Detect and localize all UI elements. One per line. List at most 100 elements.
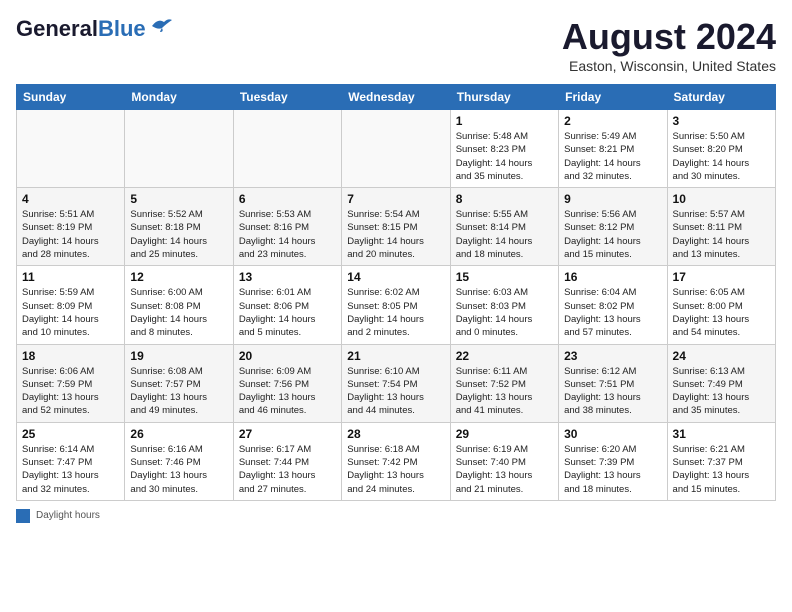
calendar-cell: 27 Sunrise: 6:17 AM Sunset: 7:44 PM Dayli… [233,422,341,500]
calendar-header-row: SundayMondayTuesdayWednesdayThursdayFrid… [17,85,776,110]
calendar-week-1: 1 Sunrise: 5:48 AM Sunset: 8:23 PM Daylig… [17,110,776,188]
day-number: 14 [347,270,444,284]
day-number: 11 [22,270,119,284]
calendar-cell: 26Sunrise: 6:16 AM Sunset: 7:46 PM Dayli… [125,422,233,500]
calendar-header-monday: Monday [125,85,233,110]
day-info: Sunrise: 6:05 AM Sunset: 8:00 PM Dayligh… [673,286,770,339]
day-number: 22 [456,349,553,363]
day-info: Sunrise: 6:08 AM Sunset: 7:57 PM Dayligh… [130,365,227,418]
day-info: Sunrise: 5:59 AM Sunset: 8:09 PM Dayligh… [22,286,119,339]
day-info: Sunrise: 6:10 AM Sunset: 7:54 PM Dayligh… [347,365,444,418]
day-number: 18 [22,349,119,363]
day-info: Sunrise: 6:17 AM Sunset: 7:44 PM Dayligh… [239,443,336,496]
day-number: 2 [564,114,661,128]
calendar-cell: 22 Sunrise: 6:11 AM Sunset: 7:52 PM Dayli… [450,344,558,422]
day-info: Sunrise: 6:06 AM Sunset: 7:59 PM Dayligh… [22,365,119,418]
day-number: 15 [456,270,553,284]
day-info: Sunrise: 5:56 AM Sunset: 8:12 PM Dayligh… [564,208,661,261]
day-info: Sunrise: 5:57 AM Sunset: 8:11 PM Dayligh… [673,208,770,261]
day-info: Sunrise: 5:53 AM Sunset: 8:16 PM Dayligh… [239,208,336,261]
title-area: August 2024 Easton, Wisconsin, United St… [562,16,776,74]
calendar-header-friday: Friday [559,85,667,110]
calendar-cell: 5 Sunrise: 5:52 AM Sunset: 8:18 PM Daylig… [125,188,233,266]
day-number: 3 [673,114,770,128]
day-number: 27 [239,427,336,441]
daylight-legend-box [16,509,30,523]
day-number: 1 [456,114,553,128]
calendar-cell: 28 Sunrise: 6:18 AM Sunset: 7:42 PM Dayli… [342,422,450,500]
day-info: Sunrise: 6:04 AM Sunset: 8:02 PM Dayligh… [564,286,661,339]
calendar-cell: 7 Sunrise: 5:54 AM Sunset: 8:15 PM Daylig… [342,188,450,266]
calendar-header-wednesday: Wednesday [342,85,450,110]
day-info: Sunrise: 5:48 AM Sunset: 8:23 PM Dayligh… [456,130,553,183]
day-number: 9 [564,192,661,206]
calendar-cell: 3 Sunrise: 5:50 AM Sunset: 8:20 PM Daylig… [667,110,775,188]
day-info: Sunrise: 6:19 AM Sunset: 7:40 PM Dayligh… [456,443,553,496]
day-number: 19 [130,349,227,363]
calendar-cell: 8 Sunrise: 5:55 AM Sunset: 8:14 PM Daylig… [450,188,558,266]
calendar-cell: 21 Sunrise: 6:10 AM Sunset: 7:54 PM Dayli… [342,344,450,422]
location-title: Easton, Wisconsin, United States [562,58,776,74]
calendar-cell [342,110,450,188]
day-info: Sunrise: 6:01 AM Sunset: 8:06 PM Dayligh… [239,286,336,339]
calendar-cell: 25 Sunrise: 6:14 AM Sunset: 7:47 PM Dayli… [17,422,125,500]
logo: GeneralBlue [16,16,172,42]
day-number: 21 [347,349,444,363]
day-info: Sunrise: 5:52 AM Sunset: 8:18 PM Dayligh… [130,208,227,261]
day-number: 10 [673,192,770,206]
day-info: Sunrise: 5:54 AM Sunset: 8:15 PM Dayligh… [347,208,444,261]
day-info: Sunrise: 5:50 AM Sunset: 8:20 PM Dayligh… [673,130,770,183]
day-number: 12 [130,270,227,284]
day-number: 6 [239,192,336,206]
day-number: 30 [564,427,661,441]
footer: Daylight hours [16,509,776,523]
logo-bird-icon [150,16,172,34]
calendar-cell [233,110,341,188]
calendar-header-thursday: Thursday [450,85,558,110]
calendar-week-4: 18 Sunrise: 6:06 AM Sunset: 7:59 PM Dayli… [17,344,776,422]
logo-text: GeneralBlue [16,16,146,42]
daylight-label: Daylight hours [36,510,100,521]
day-number: 5 [130,192,227,206]
calendar-week-5: 25 Sunrise: 6:14 AM Sunset: 7:47 PM Dayli… [17,422,776,500]
day-info: Sunrise: 6:16 AM Sunset: 7:46 PM Dayligh… [130,443,227,496]
calendar-cell [17,110,125,188]
day-info: Sunrise: 6:21 AM Sunset: 7:37 PM Dayligh… [673,443,770,496]
day-number: 8 [456,192,553,206]
calendar-cell: 1 Sunrise: 5:48 AM Sunset: 8:23 PM Daylig… [450,110,558,188]
calendar-cell: 19 Sunrise: 6:08 AM Sunset: 7:57 PM Dayli… [125,344,233,422]
day-info: Sunrise: 6:18 AM Sunset: 7:42 PM Dayligh… [347,443,444,496]
day-number: 31 [673,427,770,441]
day-info: Sunrise: 6:11 AM Sunset: 7:52 PM Dayligh… [456,365,553,418]
calendar-cell: 24Sunrise: 6:13 AM Sunset: 7:49 PM Dayli… [667,344,775,422]
calendar-cell: 20 Sunrise: 6:09 AM Sunset: 7:56 PM Dayli… [233,344,341,422]
day-number: 28 [347,427,444,441]
calendar-header-tuesday: Tuesday [233,85,341,110]
calendar-cell: 10 Sunrise: 5:57 AM Sunset: 8:11 PM Dayli… [667,188,775,266]
calendar-header-sunday: Sunday [17,85,125,110]
day-info: Sunrise: 6:09 AM Sunset: 7:56 PM Dayligh… [239,365,336,418]
day-number: 7 [347,192,444,206]
day-info: Sunrise: 6:02 AM Sunset: 8:05 PM Dayligh… [347,286,444,339]
calendar-cell: 12 Sunrise: 6:00 AM Sunset: 8:08 PM Dayli… [125,266,233,344]
day-number: 13 [239,270,336,284]
day-info: Sunrise: 5:55 AM Sunset: 8:14 PM Dayligh… [456,208,553,261]
day-info: Sunrise: 6:13 AM Sunset: 7:49 PM Dayligh… [673,365,770,418]
day-number: 25 [22,427,119,441]
calendar-cell: 13 Sunrise: 6:01 AM Sunset: 8:06 PM Dayli… [233,266,341,344]
day-number: 17 [673,270,770,284]
calendar-cell: 31 Sunrise: 6:21 AM Sunset: 7:37 PM Dayli… [667,422,775,500]
day-info: Sunrise: 6:00 AM Sunset: 8:08 PM Dayligh… [130,286,227,339]
calendar-header-saturday: Saturday [667,85,775,110]
calendar-cell: 17 Sunrise: 6:05 AM Sunset: 8:00 PM Dayli… [667,266,775,344]
day-number: 16 [564,270,661,284]
calendar-cell: 18 Sunrise: 6:06 AM Sunset: 7:59 PM Dayli… [17,344,125,422]
calendar-cell: 11 Sunrise: 5:59 AM Sunset: 8:09 PM Dayli… [17,266,125,344]
day-info: Sunrise: 6:14 AM Sunset: 7:47 PM Dayligh… [22,443,119,496]
day-info: Sunrise: 6:12 AM Sunset: 7:51 PM Dayligh… [564,365,661,418]
calendar-cell: 4Sunrise: 5:51 AM Sunset: 8:19 PM Daylig… [17,188,125,266]
calendar-cell: 14 Sunrise: 6:02 AM Sunset: 8:05 PM Dayli… [342,266,450,344]
day-info: Sunrise: 6:20 AM Sunset: 7:39 PM Dayligh… [564,443,661,496]
calendar-cell: 9 Sunrise: 5:56 AM Sunset: 8:12 PM Daylig… [559,188,667,266]
day-number: 20 [239,349,336,363]
